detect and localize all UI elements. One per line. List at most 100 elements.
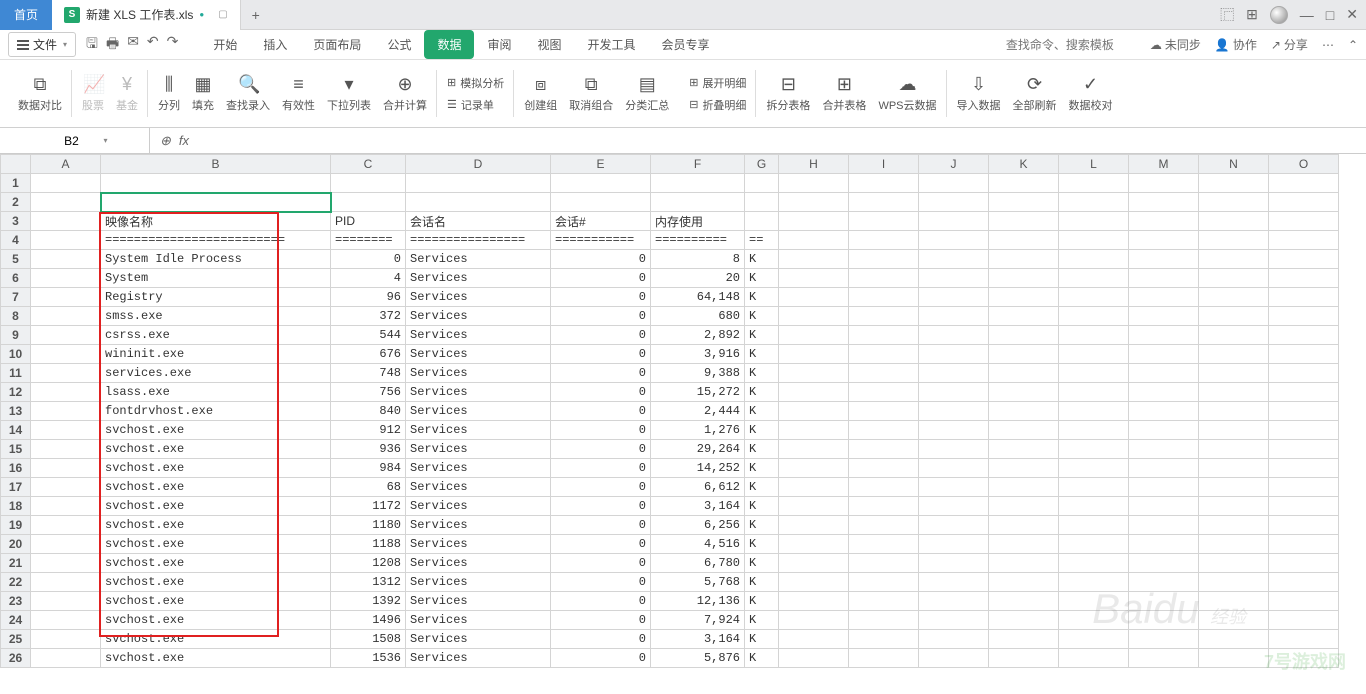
cell-M25[interactable] — [1129, 630, 1199, 649]
cell-D21[interactable]: Services — [406, 554, 551, 573]
close-icon[interactable]: ▢ — [218, 9, 227, 20]
col-header-A[interactable]: A — [31, 155, 101, 174]
cell-L1[interactable] — [1059, 174, 1129, 193]
cell-L25[interactable] — [1059, 630, 1129, 649]
layout1-icon[interactable]: ⿸ — [1220, 5, 1234, 25]
cell-H13[interactable] — [779, 402, 849, 421]
cell-H3[interactable] — [779, 212, 849, 231]
row-header-19[interactable]: 19 — [1, 516, 31, 535]
cell-N10[interactable] — [1199, 345, 1269, 364]
cell-C1[interactable] — [331, 174, 406, 193]
cell-J2[interactable] — [919, 193, 989, 212]
cell-L17[interactable] — [1059, 478, 1129, 497]
cell-C4[interactable]: ======== — [331, 231, 406, 250]
cell-C9[interactable]: 544 — [331, 326, 406, 345]
cell-A26[interactable] — [31, 649, 101, 668]
cell-D16[interactable]: Services — [406, 459, 551, 478]
cell-A14[interactable] — [31, 421, 101, 440]
cell-E5[interactable]: 0 — [551, 250, 651, 269]
cell-B16[interactable]: svchost.exe — [101, 459, 331, 478]
cell-I15[interactable] — [849, 440, 919, 459]
cell-B18[interactable]: svchost.exe — [101, 497, 331, 516]
cell-C21[interactable]: 1208 — [331, 554, 406, 573]
cell-M8[interactable] — [1129, 307, 1199, 326]
cell-B19[interactable]: svchost.exe — [101, 516, 331, 535]
cell-G8[interactable]: K — [745, 307, 779, 326]
cell-F4[interactable]: ========== — [651, 231, 745, 250]
cell-H1[interactable] — [779, 174, 849, 193]
cell-H26[interactable] — [779, 649, 849, 668]
collapse-ribbon-icon[interactable]: ⌃ — [1348, 38, 1358, 52]
col-header-I[interactable]: I — [849, 155, 919, 174]
cell-I5[interactable] — [849, 250, 919, 269]
cell-F24[interactable]: 7,924 — [651, 611, 745, 630]
cell-B7[interactable]: Registry — [101, 288, 331, 307]
cell-I7[interactable] — [849, 288, 919, 307]
sync-button[interactable]: ☁未同步 — [1150, 36, 1201, 53]
cell-H9[interactable] — [779, 326, 849, 345]
fill-button[interactable]: ▦填充 — [192, 74, 214, 113]
cell-D10[interactable]: Services — [406, 345, 551, 364]
ribbon-tab-4[interactable]: 数据 — [424, 30, 474, 59]
cell-K16[interactable] — [989, 459, 1059, 478]
cell-C23[interactable]: 1392 — [331, 592, 406, 611]
cell-B8[interactable]: smss.exe — [101, 307, 331, 326]
cell-D25[interactable]: Services — [406, 630, 551, 649]
cell-M7[interactable] — [1129, 288, 1199, 307]
col-header-G[interactable]: G — [745, 155, 779, 174]
cloud-data-button[interactable]: ☁WPS云数据 — [878, 74, 936, 113]
cell-G21[interactable]: K — [745, 554, 779, 573]
cell-F21[interactable]: 6,780 — [651, 554, 745, 573]
cell-D26[interactable]: Services — [406, 649, 551, 668]
cell-F18[interactable]: 3,164 — [651, 497, 745, 516]
cell-N18[interactable] — [1199, 497, 1269, 516]
cell-N3[interactable] — [1199, 212, 1269, 231]
cell-K2[interactable] — [989, 193, 1059, 212]
cell-I3[interactable] — [849, 212, 919, 231]
cell-C11[interactable]: 748 — [331, 364, 406, 383]
cell-O18[interactable] — [1269, 497, 1339, 516]
cell-O11[interactable] — [1269, 364, 1339, 383]
cell-F16[interactable]: 14,252 — [651, 459, 745, 478]
cell-E2[interactable] — [551, 193, 651, 212]
cell-F20[interactable]: 4,516 — [651, 535, 745, 554]
cell-N19[interactable] — [1199, 516, 1269, 535]
formula-input[interactable] — [199, 134, 1366, 148]
cell-B14[interactable]: svchost.exe — [101, 421, 331, 440]
ribbon-tab-5[interactable]: 审阅 — [474, 30, 524, 59]
cell-O4[interactable] — [1269, 231, 1339, 250]
cell-C7[interactable]: 96 — [331, 288, 406, 307]
cell-M24[interactable] — [1129, 611, 1199, 630]
cell-C22[interactable]: 1312 — [331, 573, 406, 592]
cell-L20[interactable] — [1059, 535, 1129, 554]
cell-L7[interactable] — [1059, 288, 1129, 307]
cell-D13[interactable]: Services — [406, 402, 551, 421]
cell-L10[interactable] — [1059, 345, 1129, 364]
cell-M11[interactable] — [1129, 364, 1199, 383]
cell-I2[interactable] — [849, 193, 919, 212]
cell-H23[interactable] — [779, 592, 849, 611]
cell-N11[interactable] — [1199, 364, 1269, 383]
row-header-4[interactable]: 4 — [1, 231, 31, 250]
cell-M23[interactable] — [1129, 592, 1199, 611]
cell-C10[interactable]: 676 — [331, 345, 406, 364]
cell-D11[interactable]: Services — [406, 364, 551, 383]
cell-K24[interactable] — [989, 611, 1059, 630]
cell-K20[interactable] — [989, 535, 1059, 554]
spreadsheet-grid[interactable]: ABCDEFGHIJKLMNO123映像名称PID会话名会话#内存使用4====… — [0, 154, 1366, 694]
cell-D4[interactable]: ================ — [406, 231, 551, 250]
cell-ref-input[interactable] — [41, 134, 101, 148]
ribbon-tab-2[interactable]: 页面布局 — [300, 30, 374, 59]
col-header-D[interactable]: D — [406, 155, 551, 174]
cell-A11[interactable] — [31, 364, 101, 383]
cell-J5[interactable] — [919, 250, 989, 269]
redo-icon[interactable]: ↷ — [167, 33, 179, 57]
cell-M6[interactable] — [1129, 269, 1199, 288]
cell-F22[interactable]: 5,768 — [651, 573, 745, 592]
cell-N4[interactable] — [1199, 231, 1269, 250]
cell-M5[interactable] — [1129, 250, 1199, 269]
cell-A23[interactable] — [31, 592, 101, 611]
ribbon-tab-7[interactable]: 开发工具 — [575, 30, 649, 59]
cell-K19[interactable] — [989, 516, 1059, 535]
cell-N16[interactable] — [1199, 459, 1269, 478]
